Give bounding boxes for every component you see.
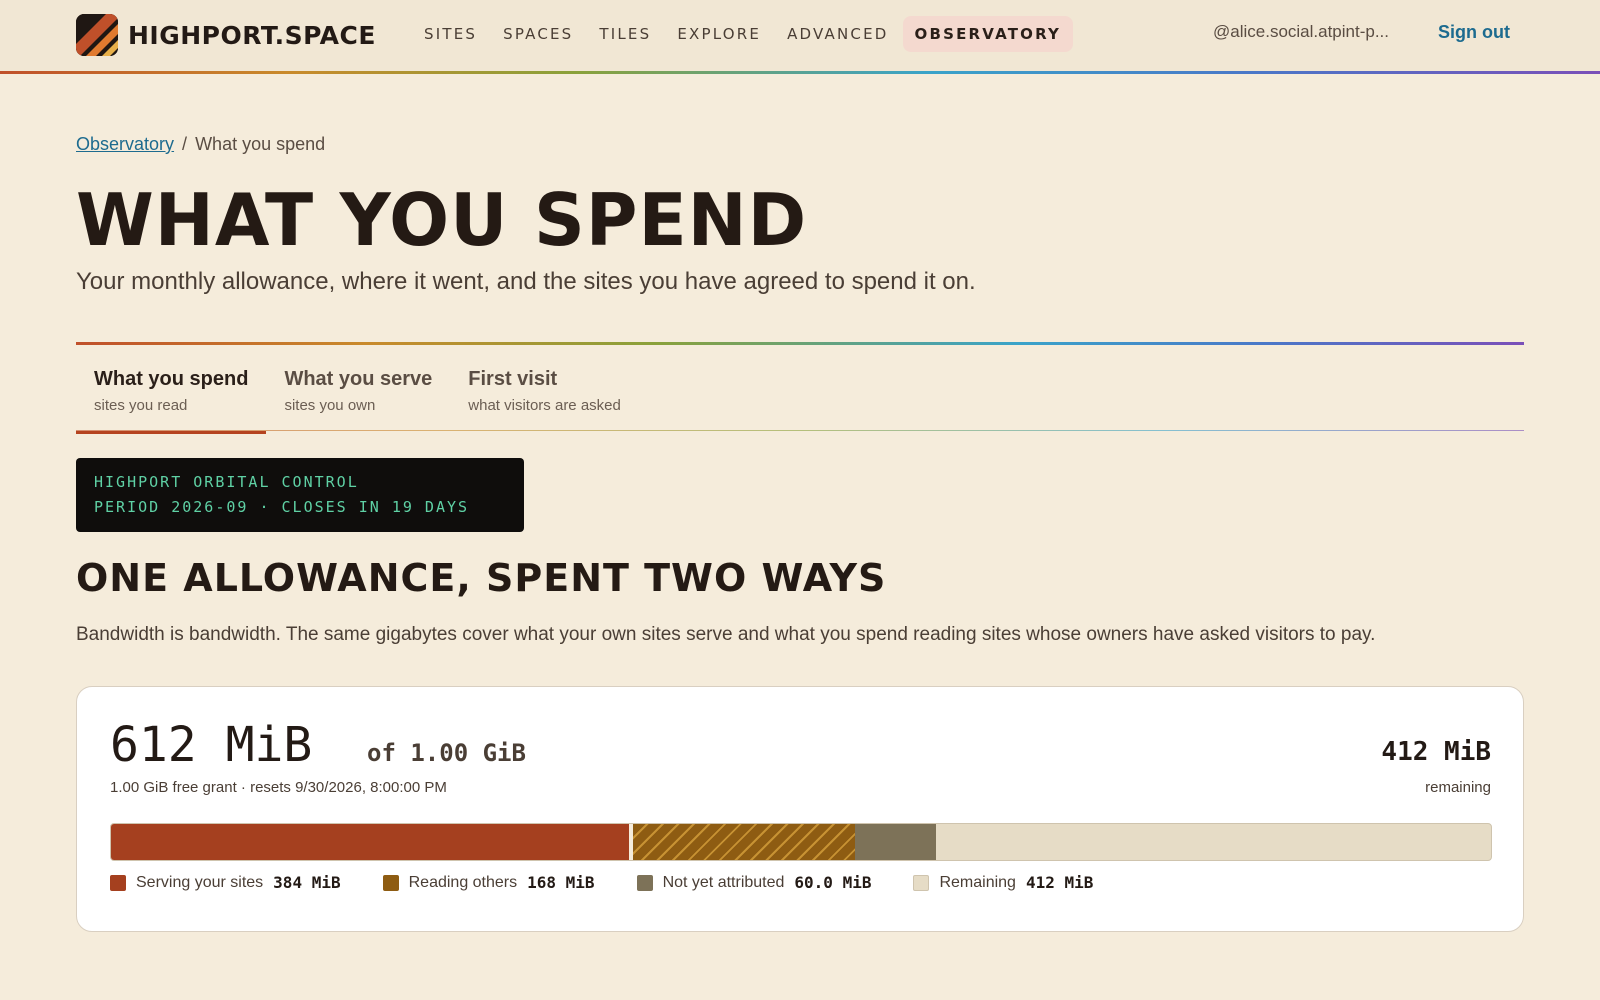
bar-segment-serving [111,824,629,860]
legend-reading: Reading others 168 MiB [382,873,595,892]
usage-legend: Serving your sites 384 MiB Reading other… [110,873,1093,892]
remaining-label: remaining [1425,779,1491,796]
legend-swatch [913,874,930,891]
legend-value: 384 MiB [273,873,341,892]
tab-label: What you spend [94,368,249,390]
main-nav: SITES SPACES TILES EXPLORE ADVANCED OBSE… [412,16,1074,52]
banner-line-1: HIGHPORT ORBITAL CONTROL [94,473,359,491]
legend-swatch [110,874,126,891]
remaining-amount: 412 MiB [1381,737,1491,767]
grant-note: 1.00 GiB free grant · resets 9/30/2026, … [110,779,447,796]
page-subtitle: Your monthly allowance, where it went, a… [76,268,976,295]
nav-spaces[interactable]: SPACES [491,16,585,52]
header-divider [0,71,1600,74]
breadcrumb-current: What you spend [195,134,326,154]
tab-label: What you serve [284,368,433,390]
user-handle[interactable]: @alice.social.atpint-p... [1213,22,1389,42]
tab-what-you-serve[interactable]: What you serve sites you own [266,358,450,432]
nav-observatory[interactable]: OBSERVATORY [902,16,1074,52]
nav-sites[interactable]: SITES [412,16,489,52]
tabs-divider [76,430,1524,431]
page-title: WHAT YOU SPEND [76,178,808,262]
section-title: ONE ALLOWANCE, SPENT TWO WAYS [76,556,887,600]
legend-value: 60.0 MiB [794,873,872,892]
legend-remaining: Remaining 412 MiB [913,873,1093,892]
nav-explore[interactable]: EXPLORE [665,16,773,52]
nav-advanced[interactable]: ADVANCED [775,16,900,52]
legend-value: 168 MiB [527,873,595,892]
bar-segment-reading [628,824,855,860]
legend-swatch [636,874,653,891]
section-divider [76,342,1524,345]
bar-segment-not-attributed [854,824,936,860]
legend-value: 412 MiB [1025,873,1094,892]
top-navigation-bar: HIGHPORT.SPACE SITES SPACES TILES EXPLOR… [0,0,1600,72]
brand-name[interactable]: HIGHPORT.SPACE [128,20,376,52]
allowance-card: 612 MiB of 1.00 GiB 1.00 GiB free grant … [76,686,1524,932]
tab-sublabel: what visitors are asked [468,397,621,414]
legend-label: Not yet attributed [662,873,785,891]
legend-label: Serving your sites [136,873,264,891]
breadcrumb-separator: / [182,134,188,154]
legend-serving: Serving your sites 384 MiB [110,873,341,892]
allowance-usage-bar [110,823,1492,861]
legend-not-attributed: Not yet attributed 60.0 MiB [636,873,872,892]
tab-what-you-spend[interactable]: What you spend sites you read [76,358,267,434]
highport-logo-icon[interactable] [76,14,118,56]
section-description: Bandwidth is bandwidth. The same gigabyt… [76,624,1376,645]
period-status-banner: HIGHPORT ORBITAL CONTROL PERIOD 2026-09 … [76,458,524,532]
nav-tiles[interactable]: TILES [587,16,663,52]
tab-first-visit[interactable]: First visit what visitors are asked [450,358,639,432]
legend-label: Reading others [408,873,518,891]
legend-label: Remaining [939,873,1016,891]
observatory-tabs: What you spend sites you read What you s… [76,358,639,434]
total-allowance: of 1.00 GiB [367,739,526,767]
breadcrumb: Observatory / What you spend [76,134,325,155]
banner-line-2: PERIOD 2026-09 · CLOSES IN 19 DAYS [94,498,470,516]
tab-sublabel: sites you own [284,397,376,414]
sign-out-link[interactable]: Sign out [1438,22,1510,43]
tab-label: First visit [468,368,558,390]
legend-swatch [382,874,399,891]
used-amount: 612 MiB [110,717,313,773]
tab-sublabel: sites you read [94,397,188,414]
breadcrumb-observatory-link[interactable]: Observatory [76,134,174,155]
